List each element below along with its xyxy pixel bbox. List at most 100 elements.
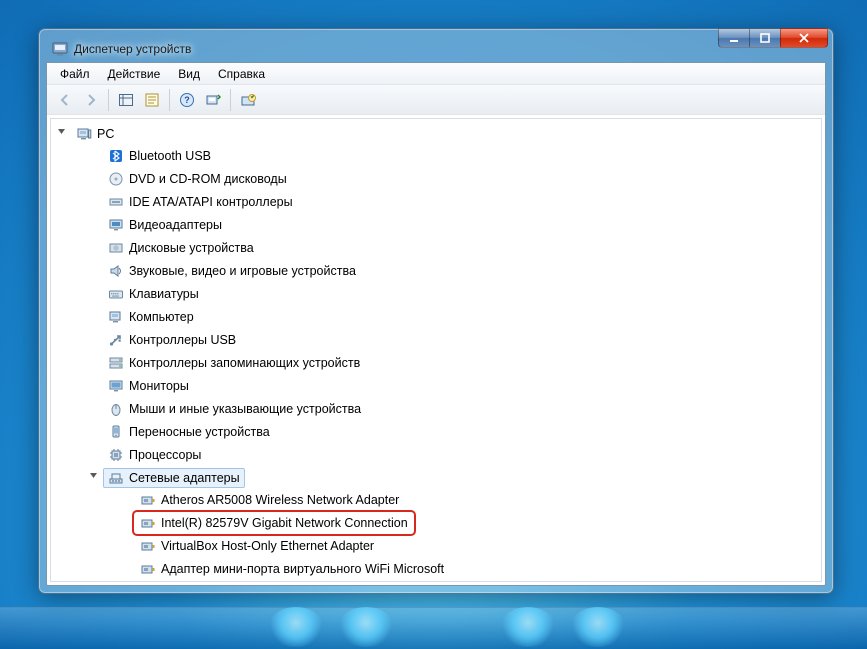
- taskbar-glow: [268, 607, 324, 647]
- menu-view[interactable]: Вид: [169, 65, 209, 83]
- device-tree[interactable]: PC Bluetooth USB DVD и CD-ROM дисководы IDE…: [50, 118, 822, 582]
- tree-item[interactable]: Контроллеры запоминающих устройств: [103, 353, 365, 373]
- tree-item-label: DVD и CD-ROM дисководы: [129, 172, 287, 186]
- expand-icon: [89, 309, 100, 320]
- taskbar-glow: [338, 607, 394, 647]
- mouse-icon: [108, 401, 124, 417]
- back-button: [53, 88, 77, 112]
- ide-icon: [108, 194, 124, 210]
- device-manager-window: Диспетчер устройств Файл Действие Вид Сп…: [38, 28, 834, 594]
- properties-button[interactable]: [140, 88, 164, 112]
- tree-item[interactable]: Процессоры: [103, 445, 206, 465]
- help-button[interactable]: ?: [175, 88, 199, 112]
- expand-icon: [121, 515, 132, 526]
- tree-item[interactable]: DVD и CD-ROM дисководы: [103, 169, 292, 189]
- monitor-icon: [108, 378, 124, 394]
- update-driver-button[interactable]: [236, 88, 260, 112]
- window-client-area: Файл Действие Вид Справка ? PC Bluetooth …: [46, 62, 826, 586]
- tree-item-label: Звуковые, видео и игровые устройства: [129, 264, 356, 278]
- tree-item-label: Atheros AR5008 Wireless Network Adapter: [161, 493, 399, 507]
- collapse-icon[interactable]: [57, 126, 68, 137]
- expand-icon: [89, 401, 100, 412]
- netadapter-icon: [140, 561, 156, 577]
- toolbar-separator: [169, 89, 170, 111]
- cpu-icon: [108, 447, 124, 463]
- expand-icon: [89, 240, 100, 251]
- usb-icon: [108, 332, 124, 348]
- menu-help[interactable]: Справка: [209, 65, 274, 83]
- toolbar-separator: [230, 89, 231, 111]
- tree-item-label: Мониторы: [129, 379, 189, 393]
- tree-item-label: Процессоры: [129, 448, 201, 462]
- taskbar[interactable]: [0, 607, 867, 649]
- window-title: Диспетчер устройств: [74, 42, 191, 56]
- expand-icon: [89, 263, 100, 274]
- tree-item[interactable]: Сетевые адаптеры: [103, 468, 245, 488]
- minimize-button[interactable]: [718, 28, 750, 48]
- menu-file[interactable]: Файл: [51, 65, 99, 83]
- menu-action[interactable]: Действие: [99, 65, 170, 83]
- expand-icon: [89, 424, 100, 435]
- tree-item-label: IDE ATA/ATAPI контроллеры: [129, 195, 293, 209]
- netadapter-icon: [140, 538, 156, 554]
- tree-item-label: Адаптер мини-порта виртуального WiFi Mic…: [161, 562, 444, 576]
- expand-icon: [89, 447, 100, 458]
- tree-item[interactable]: Адаптер мини-порта виртуального WiFi Mic…: [135, 559, 449, 579]
- tree-item-label: Сетевые адаптеры: [129, 471, 240, 485]
- tree-item[interactable]: Переносные устройства: [103, 422, 275, 442]
- show-hidden-button[interactable]: [114, 88, 138, 112]
- close-button[interactable]: [780, 28, 828, 48]
- expand-icon: [89, 148, 100, 159]
- tree-item[interactable]: Контроллеры USB: [103, 330, 241, 350]
- tree-item-label: Клавиатуры: [129, 287, 199, 301]
- tree-item[interactable]: Atheros AR5008 Wireless Network Adapter: [135, 490, 404, 510]
- expand-icon: [121, 561, 132, 572]
- expand-icon: [121, 492, 132, 503]
- tree-item[interactable]: VirtualBox Host-Only Ethernet Adapter: [135, 536, 379, 556]
- toolbar-separator: [108, 89, 109, 111]
- scan-button[interactable]: [201, 88, 225, 112]
- window-controls: [719, 28, 828, 48]
- tree-item[interactable]: Дисковые устройства: [103, 238, 259, 258]
- tree-item-label: VirtualBox Host-Only Ethernet Adapter: [161, 539, 374, 553]
- pc-icon: [76, 126, 92, 142]
- storage-icon: [108, 355, 124, 371]
- tree-item-label: Intel(R) 82579V Gigabit Network Connecti…: [161, 516, 408, 530]
- expand-icon: [89, 378, 100, 389]
- network-icon: [108, 470, 124, 486]
- taskbar-glow: [500, 607, 556, 647]
- tree-item-label: Контроллеры USB: [129, 333, 236, 347]
- disk-icon: [108, 240, 124, 256]
- expand-icon: [121, 538, 132, 549]
- display-icon: [108, 217, 124, 233]
- tree-root-label: PC: [97, 127, 114, 141]
- tree-item[interactable]: IDE ATA/ATAPI контроллеры: [103, 192, 298, 212]
- maximize-button[interactable]: [749, 28, 781, 48]
- tree-item[interactable]: Intel(R) 82579V Gigabit Network Connecti…: [135, 513, 413, 533]
- tree-item[interactable]: Bluetooth USB: [103, 146, 216, 166]
- tree-item[interactable]: Мыши и иные указывающие устройства: [103, 399, 366, 419]
- tree-item[interactable]: Видеоадаптеры: [103, 215, 227, 235]
- tree-item-label: Контроллеры запоминающих устройств: [129, 356, 360, 370]
- app-icon: [52, 41, 68, 57]
- tree-item[interactable]: Звуковые, видео и игровые устройства: [103, 261, 361, 281]
- titlebar[interactable]: Диспетчер устройств: [46, 36, 826, 62]
- taskbar-glow: [570, 607, 626, 647]
- netadapter-icon: [140, 515, 156, 531]
- tree-item[interactable]: Компьютер: [103, 307, 199, 327]
- tree-item[interactable]: Мониторы: [103, 376, 194, 396]
- portable-icon: [108, 424, 124, 440]
- collapse-icon[interactable]: [89, 470, 100, 481]
- menubar: Файл Действие Вид Справка: [47, 63, 825, 85]
- netadapter-icon: [140, 492, 156, 508]
- tree-item-label: Видеоадаптеры: [129, 218, 222, 232]
- expand-icon: [89, 332, 100, 343]
- tree-item-label: Дисковые устройства: [129, 241, 254, 255]
- tree-item-label: Bluetooth USB: [129, 149, 211, 163]
- bluetooth-icon: [108, 148, 124, 164]
- expand-icon: [89, 194, 100, 205]
- optical-icon: [108, 171, 124, 187]
- tree-item[interactable]: Клавиатуры: [103, 284, 204, 304]
- tree-root[interactable]: PC: [71, 124, 119, 144]
- computer-icon: [108, 309, 124, 325]
